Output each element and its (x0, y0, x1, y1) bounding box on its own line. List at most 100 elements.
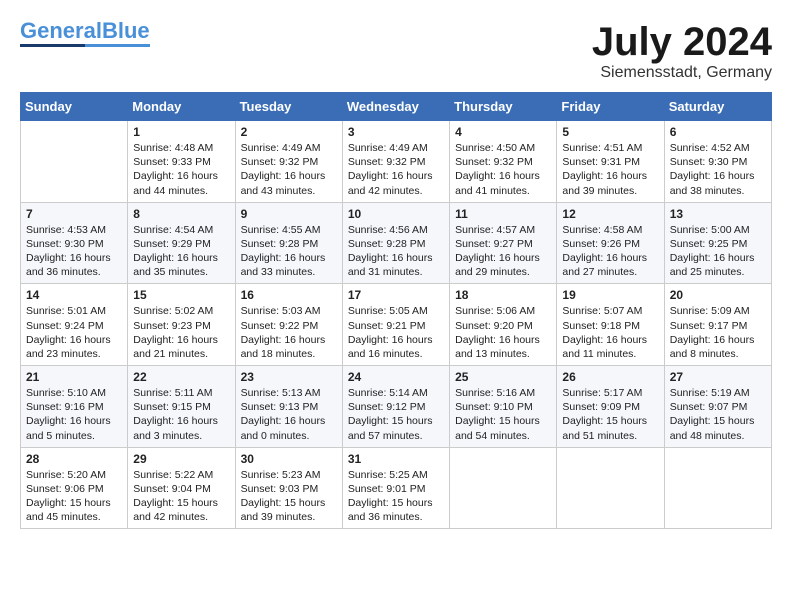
day-info: Sunset: 9:10 PM (455, 400, 551, 414)
day-info: Daylight: 16 hours (133, 333, 229, 347)
day-info: and 36 minutes. (348, 510, 444, 524)
day-info: Sunset: 9:32 PM (348, 155, 444, 169)
calendar-table: SundayMondayTuesdayWednesdayThursdayFrid… (20, 92, 772, 529)
day-cell: 11Sunrise: 4:57 AMSunset: 9:27 PMDayligh… (450, 202, 557, 284)
day-cell: 25Sunrise: 5:16 AMSunset: 9:10 PMDayligh… (450, 366, 557, 448)
day-info: Sunset: 9:06 PM (26, 482, 122, 496)
day-info: Daylight: 15 hours (348, 414, 444, 428)
day-cell: 29Sunrise: 5:22 AMSunset: 9:04 PMDayligh… (128, 447, 235, 529)
day-cell: 13Sunrise: 5:00 AMSunset: 9:25 PMDayligh… (664, 202, 771, 284)
day-info: Daylight: 15 hours (241, 496, 337, 510)
day-info: Sunrise: 5:00 AM (670, 223, 766, 237)
header-cell-friday: Friday (557, 93, 664, 121)
day-cell: 10Sunrise: 4:56 AMSunset: 9:28 PMDayligh… (342, 202, 449, 284)
day-info: and 57 minutes. (348, 429, 444, 443)
day-cell (21, 121, 128, 203)
day-number: 10 (348, 207, 444, 221)
week-row-3: 14Sunrise: 5:01 AMSunset: 9:24 PMDayligh… (21, 284, 772, 366)
day-info: and 51 minutes. (562, 429, 658, 443)
day-info: Sunrise: 5:17 AM (562, 386, 658, 400)
day-cell: 24Sunrise: 5:14 AMSunset: 9:12 PMDayligh… (342, 366, 449, 448)
day-number: 7 (26, 207, 122, 221)
day-info: and 27 minutes. (562, 265, 658, 279)
day-info: Sunrise: 5:06 AM (455, 304, 551, 318)
day-info: Sunset: 9:04 PM (133, 482, 229, 496)
day-info: Sunset: 9:17 PM (670, 319, 766, 333)
week-row-2: 7Sunrise: 4:53 AMSunset: 9:30 PMDaylight… (21, 202, 772, 284)
day-cell: 23Sunrise: 5:13 AMSunset: 9:13 PMDayligh… (235, 366, 342, 448)
day-info: Sunrise: 4:57 AM (455, 223, 551, 237)
day-info: Daylight: 16 hours (348, 333, 444, 347)
day-info: and 36 minutes. (26, 265, 122, 279)
day-info: and 11 minutes. (562, 347, 658, 361)
day-info: Sunrise: 4:48 AM (133, 141, 229, 155)
day-info: Daylight: 16 hours (455, 333, 551, 347)
day-info: and 54 minutes. (455, 429, 551, 443)
logo-blue: Blue (102, 18, 150, 43)
day-info: Daylight: 16 hours (26, 251, 122, 265)
day-info: Sunset: 9:28 PM (241, 237, 337, 251)
day-cell: 18Sunrise: 5:06 AMSunset: 9:20 PMDayligh… (450, 284, 557, 366)
day-info: and 38 minutes. (670, 184, 766, 198)
location: Siemensstadt, Germany (592, 64, 772, 82)
logo-general: General (20, 18, 102, 43)
day-number: 25 (455, 370, 551, 384)
week-row-1: 1Sunrise: 4:48 AMSunset: 9:33 PMDaylight… (21, 121, 772, 203)
day-info: Sunrise: 5:23 AM (241, 468, 337, 482)
header-cell-monday: Monday (128, 93, 235, 121)
day-number: 9 (241, 207, 337, 221)
day-info: and 33 minutes. (241, 265, 337, 279)
day-info: and 5 minutes. (26, 429, 122, 443)
day-info: and 41 minutes. (455, 184, 551, 198)
day-info: Sunset: 9:32 PM (241, 155, 337, 169)
logo: GeneralBlue (20, 20, 150, 47)
day-info: Sunrise: 4:49 AM (241, 141, 337, 155)
day-info: Daylight: 15 hours (26, 496, 122, 510)
day-info: and 29 minutes. (455, 265, 551, 279)
day-info: Sunset: 9:03 PM (241, 482, 337, 496)
day-info: Sunset: 9:30 PM (670, 155, 766, 169)
day-info: Sunrise: 5:25 AM (348, 468, 444, 482)
day-number: 21 (26, 370, 122, 384)
day-number: 2 (241, 125, 337, 139)
day-info: and 25 minutes. (670, 265, 766, 279)
day-info: Sunset: 9:29 PM (133, 237, 229, 251)
day-cell: 15Sunrise: 5:02 AMSunset: 9:23 PMDayligh… (128, 284, 235, 366)
day-info: Sunrise: 4:56 AM (348, 223, 444, 237)
day-info: Daylight: 15 hours (133, 496, 229, 510)
day-info: Sunset: 9:01 PM (348, 482, 444, 496)
day-number: 4 (455, 125, 551, 139)
day-number: 11 (455, 207, 551, 221)
day-info: Sunrise: 5:19 AM (670, 386, 766, 400)
day-info: Sunset: 9:13 PM (241, 400, 337, 414)
month-title: July 2024 (592, 20, 772, 64)
day-info: Sunrise: 4:54 AM (133, 223, 229, 237)
day-info: and 13 minutes. (455, 347, 551, 361)
day-cell: 19Sunrise: 5:07 AMSunset: 9:18 PMDayligh… (557, 284, 664, 366)
day-info: and 3 minutes. (133, 429, 229, 443)
day-info: Sunset: 9:15 PM (133, 400, 229, 414)
day-cell (450, 447, 557, 529)
day-info: Daylight: 16 hours (562, 169, 658, 183)
day-info: Sunset: 9:21 PM (348, 319, 444, 333)
day-number: 20 (670, 288, 766, 302)
day-info: Sunrise: 4:51 AM (562, 141, 658, 155)
day-info: and 16 minutes. (348, 347, 444, 361)
day-info: and 42 minutes. (133, 510, 229, 524)
day-info: Sunrise: 5:11 AM (133, 386, 229, 400)
day-info: Sunset: 9:28 PM (348, 237, 444, 251)
day-info: Daylight: 16 hours (241, 333, 337, 347)
title-section: July 2024 Siemensstadt, Germany (592, 20, 772, 82)
day-number: 14 (26, 288, 122, 302)
header-cell-sunday: Sunday (21, 93, 128, 121)
day-number: 27 (670, 370, 766, 384)
day-info: and 21 minutes. (133, 347, 229, 361)
day-number: 8 (133, 207, 229, 221)
day-info: Sunset: 9:26 PM (562, 237, 658, 251)
day-number: 19 (562, 288, 658, 302)
day-cell: 16Sunrise: 5:03 AMSunset: 9:22 PMDayligh… (235, 284, 342, 366)
page-header: GeneralBlue July 2024 Siemensstadt, Germ… (20, 20, 772, 82)
day-number: 18 (455, 288, 551, 302)
day-number: 23 (241, 370, 337, 384)
day-cell (557, 447, 664, 529)
